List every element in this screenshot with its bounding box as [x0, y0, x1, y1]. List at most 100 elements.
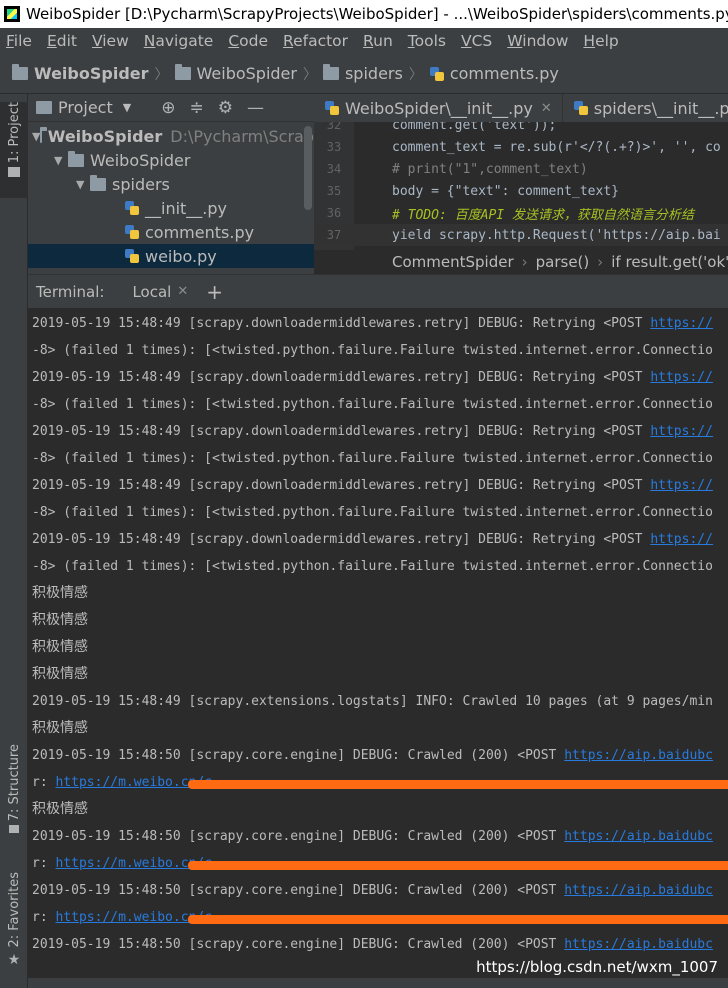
new-terminal-icon[interactable]: + — [206, 280, 223, 304]
terminal-link[interactable]: https:// — [650, 478, 713, 493]
project-tree: ▼ WeiboSpider D:\Pycharm\Scrap ▼ WeiboSp… — [28, 122, 314, 268]
editor-tab-label: spiders\__init__.py — [593, 98, 728, 118]
folder-icon — [12, 64, 28, 80]
terminal-line: 2019-05-19 15:48:50 [scrapy.core.engine]… — [32, 931, 713, 958]
expand-arrow-icon[interactable]: ▼ — [76, 178, 90, 191]
tree-item-package[interactable]: ▼ WeiboSpider — [28, 148, 314, 172]
menu-bar: File Edit View Navigate Code Refactor Ru… — [0, 28, 728, 54]
tree-item-project-root[interactable]: ▼ WeiboSpider D:\Pycharm\Scrap — [28, 124, 314, 148]
terminal-link[interactable]: https://aip.baidubc — [564, 829, 713, 844]
terminal-line: 积极情感 — [32, 580, 88, 607]
window-title-bar: WeiboSpider [D:\Pycharm\ScrapyProjects\W… — [0, 0, 728, 28]
code-line[interactable]: 35 body = {"text": comment_text} — [314, 180, 728, 202]
editor-crumb-statement[interactable]: if result.get('ok') — [611, 253, 728, 271]
terminal-line: 2019-05-19 15:48:49 [scrapy.downloadermi… — [32, 526, 713, 553]
terminal-link[interactable]: https:// — [650, 532, 713, 547]
terminal-tab-bar: Terminal: Local ✕ + — [28, 274, 728, 308]
terminal-line-text: r: — [32, 856, 56, 871]
line-number: 33 — [326, 140, 342, 154]
tool-window-favorites-tab[interactable]: 2: Favorites ★ — [0, 872, 28, 982]
code-line[interactable]: 34 # print("1",comment_text) — [314, 158, 728, 180]
terminal-line: r: https://m.weibo.cn/c — [32, 904, 212, 931]
chevron-down-icon[interactable]: ▼ — [123, 101, 131, 114]
tool-window-structure-tab[interactable]: 7: Structure — [0, 744, 28, 854]
terminal-line-text: r: — [32, 775, 56, 790]
menu-window[interactable]: Window — [507, 32, 568, 50]
terminal-tab-local[interactable]: Local — [132, 283, 171, 301]
tool-window-project-tab[interactable]: 1: Project — [0, 102, 28, 198]
menu-file[interactable]: File — [6, 32, 32, 50]
editor-tab-package-init[interactable]: WeiboSpider\__init__.py ✕ — [314, 94, 563, 122]
terminal-line-text: -8> (failed 1 times): [<twisted.python.f… — [32, 343, 713, 358]
terminal-line: 积极情感 — [32, 634, 88, 661]
python-file-icon — [573, 100, 589, 116]
breadcrumb-project-root[interactable]: WeiboSpider — [12, 64, 149, 83]
menu-refactor[interactable]: Refactor — [283, 32, 348, 50]
menu-help[interactable]: Help — [583, 32, 618, 50]
folder-icon — [90, 174, 106, 191]
minimize-icon[interactable]: — — [247, 98, 264, 118]
code-line[interactable]: 32 comment.get('text')); — [314, 122, 728, 136]
terminal-link[interactable]: https:// — [650, 424, 713, 439]
terminal-link[interactable]: https://aip.baidubc — [564, 937, 713, 952]
menu-run[interactable]: Run — [363, 32, 393, 50]
terminal-link[interactable]: https:// — [650, 316, 713, 331]
terminal-line: 2019-05-19 15:48:49 [scrapy.downloadermi… — [32, 310, 713, 337]
project-scrollbar[interactable] — [304, 126, 312, 210]
terminal-line-text: 2019-05-19 15:48:50 [scrapy.core.engine]… — [32, 829, 565, 844]
tool-window-label: 2: Favorites — [6, 872, 22, 948]
menu-edit[interactable]: Edit — [47, 32, 77, 50]
tree-item-label: WeiboSpider — [47, 126, 163, 146]
collapse-all-icon[interactable]: ≑ — [189, 98, 203, 118]
tree-item-label: comments.py — [145, 222, 255, 242]
tree-item-init-py[interactable]: __init__.py — [28, 196, 314, 220]
tree-item-comments-py[interactable]: comments.py — [28, 220, 314, 244]
expand-arrow-icon[interactable]: ▼ — [54, 154, 68, 167]
editor-crumb-method[interactable]: parse() — [536, 253, 590, 271]
tree-item-weibo-py[interactable]: weibo.py — [28, 244, 314, 268]
expand-arrow-icon[interactable]: ▼ — [32, 130, 40, 143]
breadcrumb-file[interactable]: comments.py — [429, 64, 559, 83]
terminal-line: -8> (failed 1 times): [<twisted.python.f… — [32, 499, 713, 526]
menu-tools[interactable]: Tools — [408, 32, 446, 50]
python-file-icon — [124, 200, 140, 216]
terminal-link[interactable]: https:// — [650, 370, 713, 385]
line-number: 36 — [326, 206, 342, 220]
code-line[interactable]: 33 comment_text = re.sub(r'</?(.+?)>', '… — [314, 136, 728, 158]
code-line[interactable]: 37 yield scrapy.http.Request('https://ai… — [314, 224, 728, 246]
code-line[interactable]: 36 # TODO: 百度API 发送请求，获取自然语言分析结 — [314, 202, 728, 224]
chevron-right-icon: 〉 — [302, 66, 317, 83]
breadcrumb-spiders[interactable]: spiders — [322, 64, 403, 83]
breadcrumb-package[interactable]: WeiboSpider — [174, 64, 297, 83]
code-area[interactable]: 32 comment.get('text')); 33 comment_text… — [314, 122, 728, 250]
menu-code[interactable]: Code — [228, 32, 268, 50]
close-icon[interactable]: ✕ — [177, 284, 188, 299]
editor-breadcrumb: CommentSpider › parse() › if result.get(… — [314, 250, 728, 274]
editor-crumb-class[interactable]: CommentSpider — [392, 253, 514, 271]
terminal-line: -8> (failed 1 times): [<twisted.python.f… — [32, 553, 713, 580]
terminal-line-text: 积极情感 — [32, 639, 88, 655]
terminal-line-text: r: — [32, 910, 56, 925]
tree-item-spiders[interactable]: ▼ spiders — [28, 172, 314, 196]
project-view-selector[interactable]: Project — [58, 98, 113, 117]
folder-icon — [322, 64, 339, 80]
terminal-line-text: 2019-05-19 15:48:49 [scrapy.downloadermi… — [32, 316, 651, 331]
gear-icon[interactable]: ⚙ — [218, 98, 233, 118]
terminal-line-text: 2019-05-19 15:48:49 [scrapy.downloadermi… — [32, 370, 651, 385]
terminal-link[interactable]: https://aip.baidubc — [564, 748, 713, 763]
python-file-icon — [124, 224, 140, 240]
code-text: yield scrapy.http.Request('https://aip.b… — [392, 227, 721, 243]
menu-navigate[interactable]: Navigate — [144, 32, 214, 50]
menu-view[interactable]: View — [92, 32, 129, 50]
breadcrumb-label: spiders — [344, 64, 403, 83]
terminal-link[interactable]: https://aip.baidubc — [564, 883, 713, 898]
menu-vcs[interactable]: VCS — [461, 32, 492, 50]
close-icon[interactable]: ✕ — [541, 101, 552, 116]
chevron-right-icon: › — [597, 253, 604, 271]
terminal-line-text: 积极情感 — [32, 666, 88, 682]
code-text: body = {"text": comment_text} — [392, 183, 619, 199]
locate-file-icon[interactable]: ⊕ — [161, 98, 175, 118]
terminal-output[interactable]: 2019-05-19 15:48:49 [scrapy.downloadermi… — [28, 310, 728, 978]
editor-tab-spiders-init[interactable]: spiders\__init__.py — [563, 94, 728, 122]
editor-tab-label: WeiboSpider\__init__.py — [345, 98, 533, 118]
